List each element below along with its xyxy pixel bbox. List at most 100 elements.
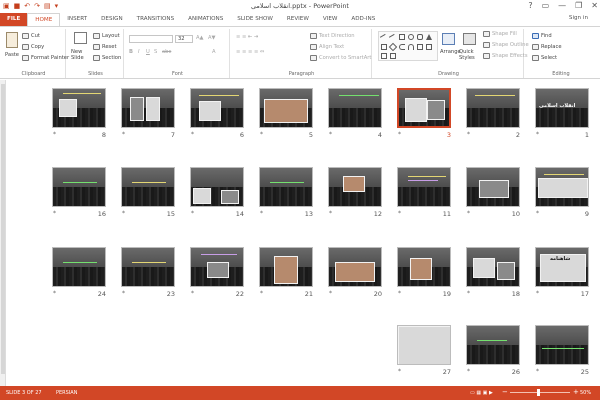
- cut-button[interactable]: Cut: [22, 33, 40, 39]
- slide-thumbnail-2[interactable]: [466, 88, 520, 128]
- slide-thumbnail-22[interactable]: [190, 247, 244, 287]
- slide-thumbnail-1[interactable]: انقلاب اسلامی: [535, 88, 589, 128]
- slide-thumbnail-8[interactable]: [52, 88, 106, 128]
- help-button[interactable]: ?: [528, 0, 532, 11]
- text-direction-button[interactable]: Text Direction: [310, 33, 355, 39]
- slide-thumbnail-12[interactable]: [328, 167, 382, 207]
- font-name-combo[interactable]: [129, 35, 173, 43]
- select-button[interactable]: Select: [532, 55, 557, 61]
- callout-shape-icon[interactable]: [417, 44, 423, 50]
- animation-star-icon[interactable]: *: [122, 210, 125, 217]
- bold-button[interactable]: B: [129, 49, 133, 55]
- tab-review[interactable]: REVIEW: [280, 13, 316, 26]
- animation-star-icon[interactable]: *: [398, 368, 401, 375]
- section-button[interactable]: Section: [93, 55, 121, 61]
- triangle-shape-icon[interactable]: [426, 34, 432, 40]
- new-slide-icon[interactable]: [74, 32, 87, 44]
- language-indicator[interactable]: PERSIAN: [56, 390, 77, 396]
- textbox-shape-icon[interactable]: [381, 53, 387, 59]
- sign-in-link[interactable]: Sign in: [569, 15, 588, 21]
- grow-font-icon[interactable]: A▲: [196, 35, 204, 41]
- shadow-button[interactable]: S: [154, 49, 157, 55]
- bullets-icon[interactable]: ≡ ≡ ⇤ ⇥: [236, 34, 258, 40]
- strikethrough-button[interactable]: abc: [162, 49, 171, 55]
- animation-star-icon[interactable]: *: [191, 131, 194, 138]
- animation-star-icon[interactable]: *: [398, 131, 401, 138]
- underline-button[interactable]: U: [146, 49, 150, 55]
- slide-thumbnail-16[interactable]: [52, 167, 106, 207]
- tab-slide-show[interactable]: SLIDE SHOW: [230, 13, 280, 26]
- paste-button[interactable]: Paste: [5, 52, 19, 58]
- animation-star-icon[interactable]: *: [536, 131, 539, 138]
- shapes-gallery[interactable]: [378, 31, 438, 61]
- shrink-font-icon[interactable]: A▼: [208, 35, 216, 41]
- animation-star-icon[interactable]: *: [329, 131, 332, 138]
- slide-thumbnail-9[interactable]: [535, 167, 589, 207]
- quick-styles-button[interactable]: Quick Styles: [459, 49, 481, 61]
- animation-star-icon[interactable]: *: [53, 131, 56, 138]
- paste-icon[interactable]: [6, 32, 18, 48]
- rounded-rect-shape-icon[interactable]: [417, 34, 423, 40]
- animation-star-icon[interactable]: *: [329, 290, 332, 297]
- slide-thumbnail-11[interactable]: [397, 167, 451, 207]
- zoom-slider-thumb[interactable]: [537, 389, 540, 396]
- quick-styles-icon[interactable]: [463, 33, 476, 45]
- animation-star-icon[interactable]: *: [122, 290, 125, 297]
- reset-button[interactable]: Reset: [93, 44, 117, 50]
- restore-button[interactable]: ❐: [575, 0, 582, 11]
- rectangle-shape-icon[interactable]: [399, 34, 405, 40]
- arrange-button[interactable]: Arrange: [440, 49, 461, 55]
- animation-star-icon[interactable]: *: [398, 290, 401, 297]
- convert-smartart-button[interactable]: Convert to SmartArt: [310, 55, 371, 61]
- curve-shape-icon[interactable]: [408, 44, 414, 50]
- animation-star-icon[interactable]: *: [398, 210, 401, 217]
- slide-thumbnail-21[interactable]: [259, 247, 313, 287]
- animation-star-icon[interactable]: *: [53, 210, 56, 217]
- close-button[interactable]: ✕: [591, 0, 598, 11]
- animation-star-icon[interactable]: *: [53, 290, 56, 297]
- arrow-shape-icon[interactable]: [388, 33, 398, 43]
- slide-thumbnail-5[interactable]: [259, 88, 313, 128]
- font-color-icon[interactable]: A: [212, 49, 216, 55]
- align-icons[interactable]: ≡ ≡ ≡ ≡ ⇔: [236, 49, 264, 55]
- tab-home[interactable]: HOME: [27, 13, 61, 26]
- animation-star-icon[interactable]: *: [536, 210, 539, 217]
- minimize-button[interactable]: —: [558, 0, 566, 11]
- find-button[interactable]: Find: [532, 33, 552, 39]
- slide-thumbnail-25[interactable]: [535, 325, 589, 365]
- tab-design[interactable]: DESIGN: [94, 13, 130, 26]
- animation-star-icon[interactable]: *: [536, 290, 539, 297]
- brace-shape-icon[interactable]: [399, 44, 405, 50]
- slide-thumbnail-10[interactable]: [466, 167, 520, 207]
- shape-outline-button[interactable]: Shape Outline: [483, 42, 529, 48]
- slide-thumbnail-17[interactable]: شاهنامه: [535, 247, 589, 287]
- zoom-level[interactable]: 50%: [580, 390, 591, 396]
- animation-star-icon[interactable]: *: [467, 210, 470, 217]
- animation-star-icon[interactable]: *: [191, 290, 194, 297]
- slide-thumbnail-4[interactable]: [328, 88, 382, 128]
- slide-thumbnail-26[interactable]: [466, 325, 520, 365]
- zoom-out-button[interactable]: −: [502, 388, 508, 396]
- animation-star-icon[interactable]: *: [260, 290, 263, 297]
- animation-star-icon[interactable]: *: [260, 131, 263, 138]
- animation-star-icon[interactable]: *: [329, 210, 332, 217]
- tab-animations[interactable]: ANIMATIONS: [181, 13, 230, 26]
- animation-star-icon[interactable]: *: [467, 290, 470, 297]
- shape-fill-button[interactable]: Shape Fill: [483, 31, 517, 37]
- slide-thumbnail-19[interactable]: [397, 247, 451, 287]
- font-size-combo[interactable]: 32: [175, 35, 193, 43]
- tab-insert[interactable]: INSERT: [60, 13, 94, 26]
- shape-effects-button[interactable]: Shape Effects: [483, 53, 528, 59]
- star-shape-icon[interactable]: [388, 42, 398, 52]
- animation-star-icon[interactable]: *: [536, 368, 539, 375]
- slide-thumbnail-27[interactable]: [397, 325, 451, 365]
- tab-view[interactable]: VIEW: [316, 13, 345, 26]
- tab-file[interactable]: FILE: [0, 13, 28, 26]
- slide-thumbnail-3[interactable]: [397, 88, 451, 128]
- line-shape-icon[interactable]: [379, 33, 389, 43]
- slide-thumbnail-7[interactable]: [121, 88, 175, 128]
- align-text-button[interactable]: Align Text: [310, 44, 344, 50]
- zoom-slider[interactable]: [510, 392, 570, 393]
- copy-button[interactable]: Copy: [22, 44, 44, 50]
- animation-star-icon[interactable]: *: [467, 368, 470, 375]
